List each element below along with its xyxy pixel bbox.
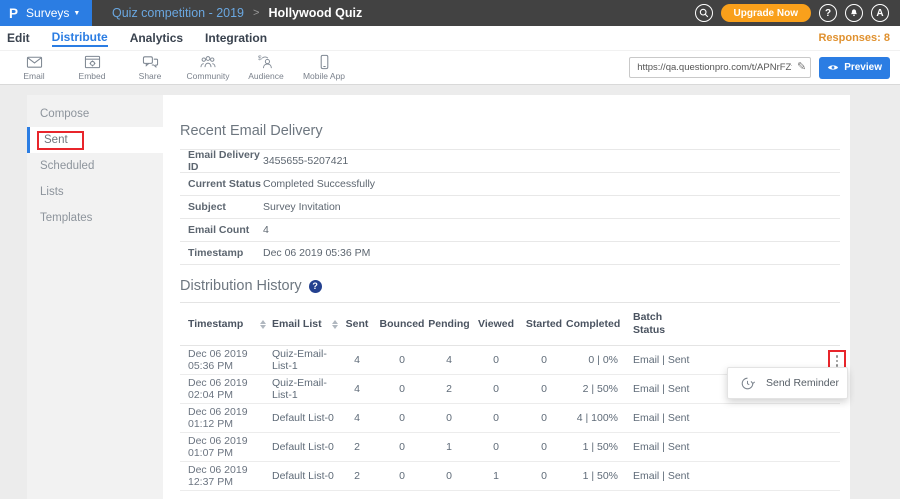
tab-integration[interactable]: Integration [205,31,267,46]
info-row: Current Status Completed Successfully [180,173,840,196]
sort-icon[interactable] [260,320,266,329]
audience-icon: $ [257,54,275,70]
info-row: Email Count 4 [180,219,840,242]
table-row: Dec 06 2019 01:12 PM Default List-0 4 0 … [180,404,840,433]
help-button[interactable]: ? [819,4,837,22]
avatar[interactable]: A [871,4,889,22]
column-header-pending: Pending [428,318,470,330]
share-icon [142,54,159,70]
mobile-app-icon [316,54,333,70]
info-row: Email Delivery ID 3455655-5207421 [180,150,840,173]
column-header-bounced: Bounced [376,318,428,330]
sent-panel: Recent Email Delivery Email Delivery ID … [163,95,850,499]
app-root: P Surveys ▼ Quiz competition - 2019 > Ho… [0,0,900,499]
upgrade-now-button[interactable]: Upgrade Now [721,4,811,22]
send-reminder-icon [740,376,755,391]
channel-embed[interactable]: Embed [63,54,121,81]
tab-edit[interactable]: Edit [7,31,30,46]
responses-count[interactable]: Responses: 8 [818,32,890,44]
sent-sidebar: Compose Sent Scheduled Lists Templates [27,95,163,499]
breadcrumb-separator: > [253,7,259,19]
channel-community[interactable]: Community [179,54,237,81]
channel-email[interactable]: Email [5,54,63,81]
workspace: Compose Sent Scheduled Lists Templates R… [0,95,900,499]
sidebar-item-scheduled[interactable]: Scheduled [27,153,163,179]
channel-list: Email Embed Share Community $ Audience M… [0,54,353,81]
sidebar-item-templates[interactable]: Templates [27,205,163,231]
chevron-down-icon: ▼ [73,10,80,17]
menu-item-send-reminder[interactable]: Send Reminder [766,377,839,389]
column-header-email-list[interactable]: Email List [272,318,338,330]
annotation-box-sent: Sent [37,131,84,150]
distribution-history-title: Distribution History [180,278,302,294]
search-icon [699,8,709,18]
breadcrumb: Quiz competition - 2019 > Hollywood Quiz [112,6,362,20]
survey-url-input[interactable] [629,57,811,78]
column-header-timestamp[interactable]: Timestamp [188,318,266,330]
survey-url-wrap: ✎ [629,57,811,78]
search-button[interactable] [695,4,713,22]
bell-icon [849,8,859,18]
info-row: Subject Survey Invitation [180,196,840,219]
toolbar-right: ✎ Preview [629,57,900,79]
column-header-sent: Sent [338,318,376,330]
community-icon [199,54,217,70]
tab-analytics[interactable]: Analytics [130,31,183,46]
svg-text:$: $ [258,55,262,62]
row-context-menu: Send Reminder [727,367,848,399]
product-label: Surveys [26,6,69,20]
distribution-history-header: Distribution History ? [180,278,840,294]
sidebar-item-lists[interactable]: Lists [27,179,163,205]
surveys-menu[interactable]: P Surveys ▼ [0,0,92,26]
edit-url-pencil-icon[interactable]: ✎ [797,60,806,73]
help-icon[interactable]: ? [309,280,322,293]
channel-share[interactable]: Share [121,54,179,81]
column-header-batch-status: Batch Status [618,311,714,337]
table-row: Dec 06 2019 01:07 PM Default List-0 2 0 … [180,433,840,462]
channel-audience[interactable]: $ Audience [237,54,295,81]
nav-bar: Edit Distribute Analytics Integration Re… [0,26,900,50]
info-row: Timestamp Dec 06 2019 05:36 PM [180,242,840,265]
embed-icon [84,54,101,70]
sidebar-item-sent[interactable]: Sent [27,127,163,153]
top-bar: P Surveys ▼ Quiz competition - 2019 > Ho… [0,0,900,26]
column-header-started: Started [522,318,566,330]
email-icon [26,54,43,70]
table-row: Dec 06 2019 12:37 PM Default List-0 2 0 … [180,462,840,491]
distribute-toolbar: Email Embed Share Community $ Audience M… [0,50,900,85]
breadcrumb-parent-link[interactable]: Quiz competition - 2019 [112,6,244,20]
channel-mobile-app[interactable]: Mobile App [295,54,353,81]
eye-icon [827,63,839,72]
column-header-completed: Completed [566,318,618,330]
notifications-button[interactable] [845,4,863,22]
questionpro-logo-icon: P [9,6,18,21]
page-title: Hollywood Quiz [268,6,362,20]
tab-distribute[interactable]: Distribute [52,30,108,47]
table-header-row: Timestamp Email List Sent Bounced Pendin… [180,302,840,346]
recent-delivery-title: Recent Email Delivery [180,123,840,139]
left-margin [0,95,27,499]
top-actions: Upgrade Now ? A [695,4,900,22]
sidebar-item-compose[interactable]: Compose [27,101,163,127]
recent-delivery-table: Email Delivery ID 3455655-5207421 Curren… [180,149,840,265]
preview-button[interactable]: Preview [819,57,890,79]
column-header-viewed: Viewed [470,318,522,330]
